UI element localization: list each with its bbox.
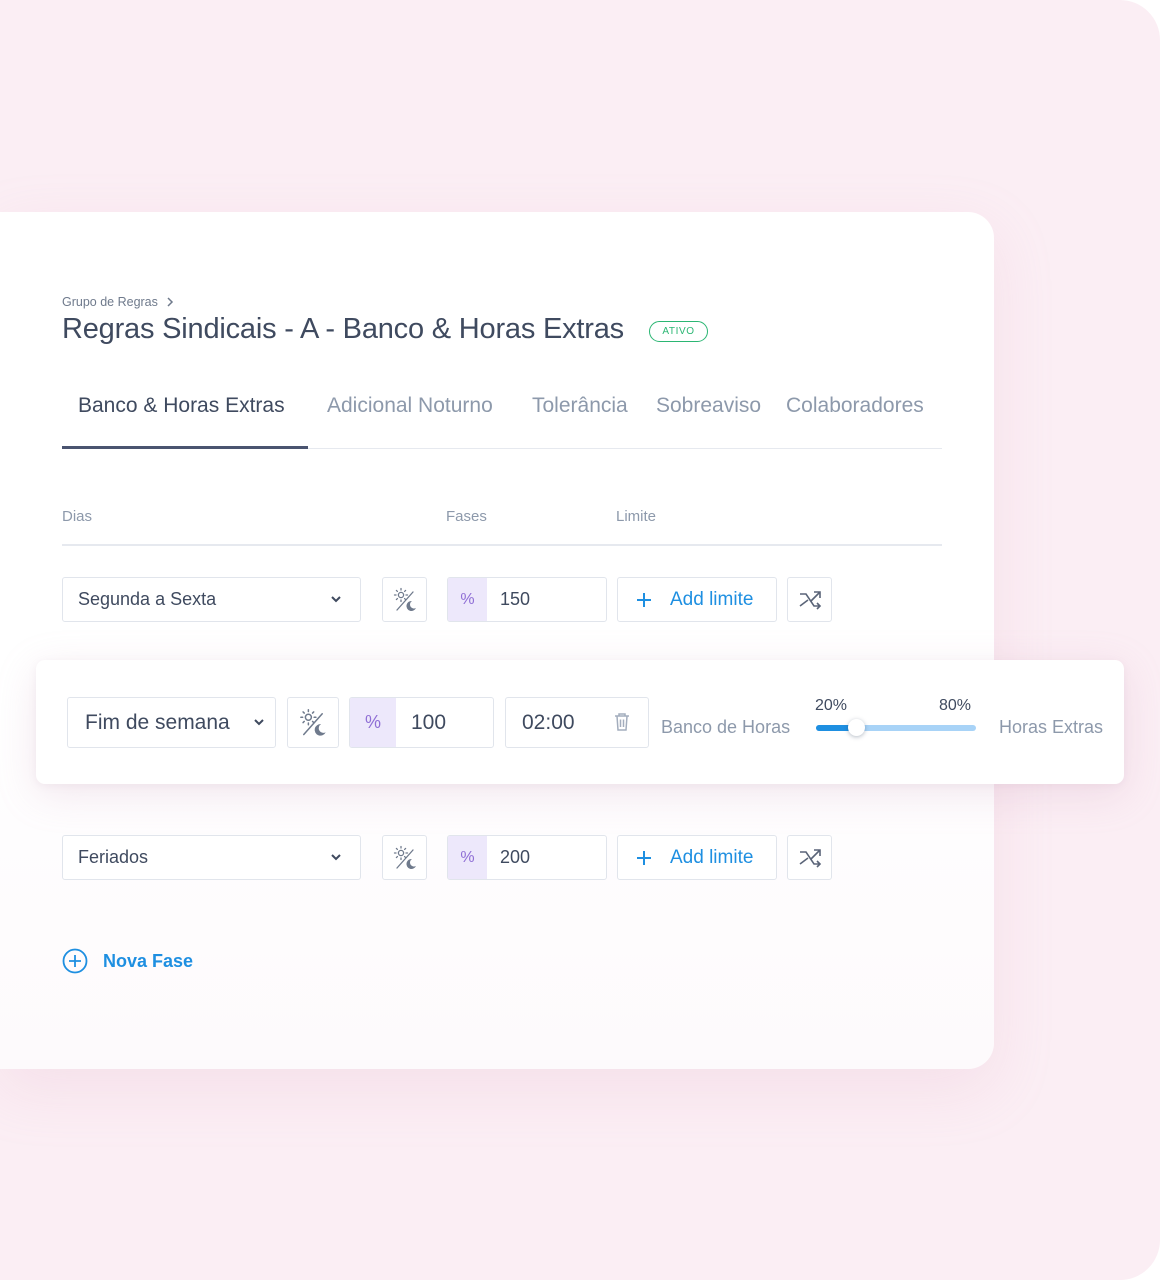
days-select-value: Fim de semana	[85, 710, 230, 734]
percent-value: 200	[500, 847, 531, 867]
chevron-down-icon	[331, 596, 341, 603]
tab-tolerancia[interactable]: Tolerância	[532, 394, 628, 418]
breadcrumb: Grupo de Regras	[62, 295, 174, 309]
new-phase-label: Nova Fase	[103, 950, 194, 971]
active-tab-indicator	[62, 446, 308, 449]
day-night-toggle[interactable]	[287, 697, 339, 748]
split-slider-track[interactable]	[816, 725, 976, 731]
days-select-value: Segunda a Sexta	[78, 589, 217, 609]
day-night-toggle[interactable]	[382, 577, 427, 622]
percent-prefix: %	[448, 836, 487, 879]
add-limit-button[interactable]: Add limite	[617, 577, 777, 622]
column-header-dias: Dias	[62, 508, 93, 525]
add-limit-label: Add limite	[670, 588, 754, 610]
tab-bar: Banco & Horas Extras Adicional Noturno T…	[62, 380, 942, 449]
chevron-down-icon	[254, 719, 264, 726]
trash-icon[interactable]	[614, 712, 630, 732]
days-select[interactable]: Segunda a Sexta	[62, 577, 361, 622]
split-button[interactable]	[787, 835, 832, 880]
add-limit-label: Add limite	[670, 846, 754, 868]
plus-icon	[637, 850, 651, 865]
column-header-fases: Fases	[446, 508, 487, 525]
percent-field[interactable]: % 150	[447, 577, 607, 622]
chevron-right-icon	[167, 297, 173, 307]
limit-time-value: 02:00	[522, 710, 575, 734]
plus-circle-icon	[62, 948, 88, 974]
sun-moon-icon	[393, 845, 416, 869]
overtime-label: Horas Extras	[999, 717, 1104, 737]
status-badge: ATIVO	[649, 321, 708, 342]
split-arrow-icon	[799, 848, 821, 868]
breadcrumb-link[interactable]: Grupo de Regras	[62, 295, 158, 309]
add-limit-button[interactable]: Add limite	[617, 835, 777, 880]
tab-adicional-noturno[interactable]: Adicional Noturno	[327, 394, 493, 418]
split-arrow-icon	[799, 590, 821, 610]
percent-field[interactable]: % 100	[349, 697, 494, 748]
days-select[interactable]: Feriados	[62, 835, 361, 880]
new-phase-button[interactable]: Nova Fase	[62, 948, 193, 974]
tab-banco-horas-extras[interactable]: Banco & Horas Extras	[78, 394, 285, 418]
overtime-percent: 80%	[939, 697, 972, 714]
tab-sobreaviso[interactable]: Sobreaviso	[656, 394, 761, 418]
percent-value: 150	[500, 589, 531, 609]
column-header-limite: Limite	[616, 508, 657, 525]
plus-icon	[637, 592, 651, 607]
tab-colaboradores[interactable]: Colaboradores	[786, 394, 924, 418]
day-night-toggle[interactable]	[382, 835, 427, 880]
sun-moon-icon	[300, 708, 326, 736]
days-select[interactable]: Fim de semana	[67, 697, 276, 748]
percent-prefix: %	[448, 578, 487, 621]
percent-prefix: %	[350, 698, 396, 747]
split-slider-handle[interactable]	[847, 719, 865, 736]
percent-value: 100	[411, 710, 447, 734]
header-divider	[62, 544, 942, 546]
split-button[interactable]	[787, 577, 832, 622]
percent-field[interactable]: % 200	[447, 835, 607, 880]
sun-moon-icon	[393, 587, 416, 611]
limit-time-field[interactable]: 02:00	[505, 697, 649, 748]
chevron-down-icon	[331, 854, 341, 861]
page-title: Regras Sindicais - A - Banco & Horas Ext…	[62, 313, 624, 345]
days-select-value: Feriados	[78, 847, 149, 867]
bank-hours-percent: 20%	[815, 697, 848, 714]
bank-hours-label: Banco de Horas	[661, 717, 791, 737]
